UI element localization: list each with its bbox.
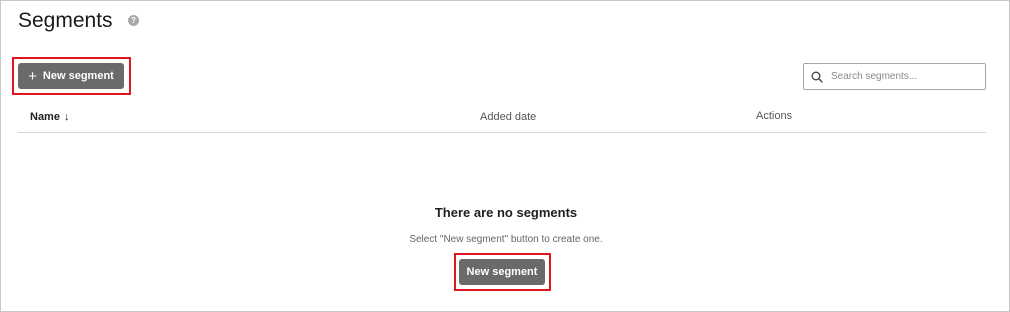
empty-state-title: There are no segments	[434, 205, 578, 220]
search-input[interactable]	[829, 70, 978, 83]
column-header-added-date: Added date	[480, 111, 537, 123]
search-field[interactable]	[803, 63, 986, 90]
column-header-actions: Actions	[756, 110, 793, 122]
question-icon[interactable]: ?	[128, 15, 139, 26]
sort-down-arrow-icon: ↓	[63, 111, 70, 123]
empty-state-message: Select "New segment" button to create on…	[409, 234, 603, 245]
table-header-divider	[18, 132, 986, 133]
new-segment-button-label: New segment	[42, 70, 114, 82]
search-icon	[811, 71, 823, 83]
empty-state-new-segment-button[interactable]: New segment	[459, 259, 545, 285]
column-name-label: Name	[30, 111, 60, 123]
new-segment-button[interactable]: + New segment	[18, 63, 124, 89]
empty-state-button-label: New segment	[466, 266, 538, 278]
segments-page: Segments ? + New segment Name↓ Added dat…	[0, 0, 1010, 312]
plus-icon: +	[28, 67, 37, 85]
page-title: Segments	[18, 9, 113, 32]
column-header-name[interactable]: Name ↓	[30, 110, 69, 124]
